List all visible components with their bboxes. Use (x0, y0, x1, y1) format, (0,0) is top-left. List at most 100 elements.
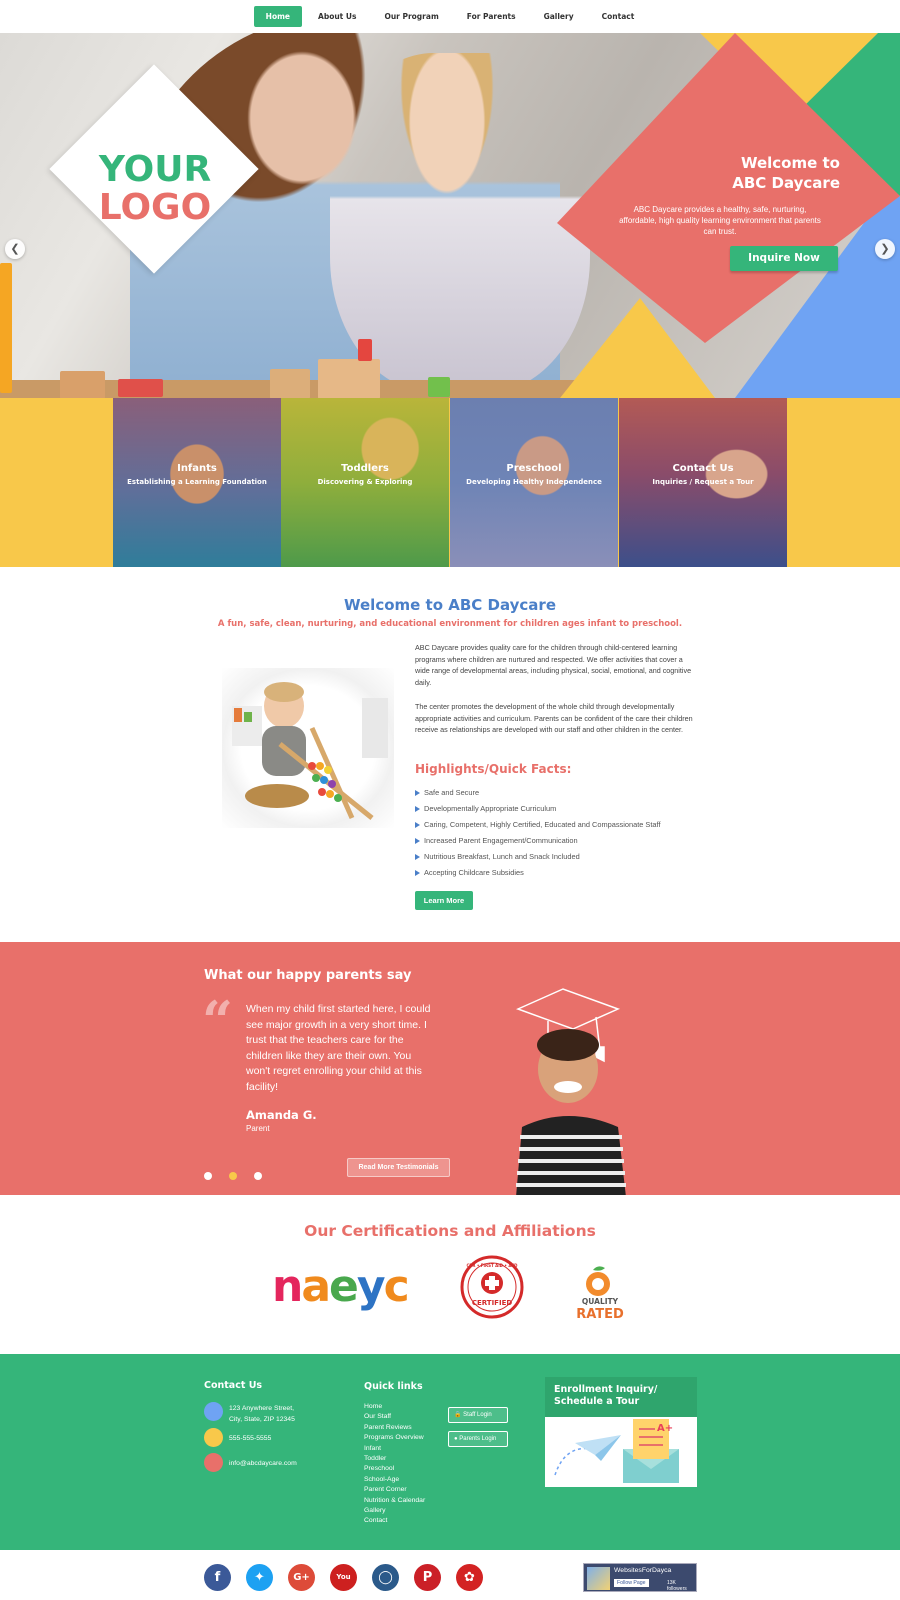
inquire-now-button[interactable]: Inquire Now (730, 246, 838, 271)
list-item: Increased Parent Engagement/Communicatio… (415, 835, 661, 851)
naeyc-letter: e (329, 1261, 359, 1312)
youtube-icon[interactable]: You (330, 1564, 357, 1591)
site-logo[interactable]: YOUR LOGO (70, 151, 240, 227)
instagram-icon[interactable]: ◯ (372, 1564, 399, 1591)
footer-email[interactable]: info@abcdaycare.com (229, 1458, 297, 1469)
enrollment-inquiry-card[interactable]: Enrollment Inquiry/ Schedule a Tour A+ (545, 1377, 697, 1487)
quick-link[interactable]: School-Age (364, 1475, 425, 1485)
child-illustration (232, 682, 388, 820)
quick-link[interactable]: Preschool (364, 1464, 425, 1474)
main-nav: Home About Us Our Program For Parents Ga… (0, 0, 900, 33)
naeyc-letter: n (272, 1261, 303, 1312)
nav-gallery[interactable]: Gallery (532, 6, 586, 27)
parents-login-label: Parents Login (459, 1436, 497, 1442)
slider-dot-1[interactable] (204, 1172, 212, 1180)
quick-link[interactable]: Our Staff (364, 1412, 425, 1422)
slider-dot-3[interactable] (254, 1172, 262, 1180)
nav-contact[interactable]: Contact (590, 6, 647, 27)
quick-link[interactable]: Parent Reviews (364, 1423, 425, 1433)
welcome-paragraph-1: ABC Daycare provides quality care for th… (415, 643, 692, 687)
svg-text:A+: A+ (657, 1423, 673, 1434)
program-tile-contact[interactable]: Contact Us Inquiries / Request a Tour (619, 398, 787, 567)
nav-home[interactable]: Home (253, 6, 303, 27)
hero-title-line-2: ABC Daycare (732, 174, 840, 192)
quick-links-title: Quick links (364, 1381, 423, 1392)
quick-link[interactable]: Home (364, 1402, 425, 1412)
follower-count: 13K followers (667, 1580, 687, 1592)
quick-link[interactable]: Gallery (364, 1506, 425, 1516)
list-item: Nutritious Breakfast, Lunch and Snack In… (415, 851, 661, 867)
quick-links-list: Home Our Staff Parent Reviews Programs O… (364, 1402, 425, 1527)
naeyc-letter: a (301, 1261, 331, 1312)
hero-slider: YOUR LOGO ❮ ❯ Welcome to ABC Daycare ABC… (0, 33, 900, 398)
tile-subtitle: Establishing a Learning Foundation (127, 478, 267, 486)
list-item: Accepting Childcare Subsidies (415, 867, 661, 883)
list-item: Caring, Competent, Highly Certified, Edu… (415, 819, 661, 835)
footer-contact-title: Contact Us (204, 1380, 263, 1391)
hero-title: Welcome to ABC Daycare (690, 153, 840, 193)
yelp-icon[interactable]: ✿ (456, 1564, 483, 1591)
read-more-testimonials-button[interactable]: Read More Testimonials (347, 1158, 450, 1177)
phone-icon (204, 1428, 223, 1447)
parents-login-button[interactable]: ● Parents Login (448, 1431, 508, 1447)
naeyc-logo: naeyc (272, 1261, 410, 1312)
testimonial-section: What our happy parents say “ When my chi… (0, 942, 900, 1195)
program-tile-infants[interactable]: Infants Establishing a Learning Foundati… (113, 398, 281, 567)
chat-icon (204, 1453, 223, 1472)
learn-more-button[interactable]: Learn More (415, 891, 473, 910)
quick-link[interactable]: Nutrition & Calendar (364, 1496, 425, 1506)
quick-link[interactable]: Contact (364, 1516, 425, 1526)
list-item: Safe and Secure (415, 787, 661, 803)
enrollment-card-title: Enrollment Inquiry/ Schedule a Tour (554, 1384, 658, 1407)
nav-our-program[interactable]: Our Program (372, 6, 450, 27)
twitter-icon[interactable]: ✦ (246, 1564, 273, 1591)
quality-text: QUALITY (582, 1297, 619, 1306)
cpr-certified-text: CERTIFIED (472, 1299, 513, 1307)
pinterest-icon[interactable]: P (414, 1564, 441, 1591)
page-avatar (587, 1567, 610, 1590)
highlights-list: Safe and Secure Developmentally Appropri… (415, 787, 661, 883)
program-tile-toddlers[interactable]: Toddlers Discovering & Exploring (281, 398, 449, 567)
chevron-left-icon[interactable]: ❮ (5, 239, 25, 259)
boy-with-graduation-cap (515, 988, 626, 1195)
footer-address: 123 Anywhere Street, City, State, ZIP 12… (229, 1405, 295, 1423)
highlights-title: Highlights/Quick Facts: (415, 762, 572, 776)
footer-phone[interactable]: 555-555-5555 (229, 1433, 271, 1444)
child-with-abacus-photo (222, 668, 394, 828)
tile-subtitle: Discovering & Exploring (317, 478, 413, 486)
naeyc-letter: c (383, 1261, 410, 1312)
quick-link[interactable]: Parent Corner (364, 1485, 425, 1495)
logo-line-1: YOUR (98, 149, 212, 190)
tile-title: Preschool (506, 463, 562, 474)
cpr-certified-logo: CPR • FIRST AID • AED CERTIFIED (460, 1255, 524, 1319)
quick-link[interactable]: Infant (364, 1444, 425, 1454)
quote-icon: “ (202, 989, 234, 1053)
quality-rated-logo: QUALITY RATED (576, 1266, 624, 1322)
tile-title: Toddlers (341, 463, 389, 474)
tile-title: Contact Us (672, 463, 734, 474)
staff-login-label: Staff Login (463, 1412, 492, 1418)
tile-subtitle: Inquiries / Request a Tour (652, 478, 754, 486)
facebook-page-badge[interactable]: WebsitesForDayca Follow Page 13K followe… (583, 1563, 697, 1592)
naeyc-letter: y (356, 1261, 386, 1312)
chevron-right-icon[interactable]: ❯ (875, 239, 895, 259)
footer (0, 1354, 900, 1550)
certifications-title: Our Certifications and Affiliations (304, 1222, 596, 1240)
welcome-paragraph-2: The center promotes the development of t… (415, 702, 693, 734)
nav-about-us[interactable]: About Us (306, 6, 368, 27)
testimonial-title: What our happy parents say (204, 968, 412, 983)
slider-dot-2[interactable] (229, 1172, 237, 1180)
staff-login-button[interactable]: 🔒 Staff Login (448, 1407, 508, 1423)
welcome-title: Welcome to ABC Daycare (344, 596, 556, 614)
program-tile-preschool[interactable]: Preschool Developing Healthy Independenc… (450, 398, 618, 567)
facebook-icon[interactable]: f (204, 1564, 231, 1591)
rated-text: RATED (576, 1307, 624, 1322)
tile-title: Infants (177, 463, 217, 474)
follow-page-button[interactable]: Follow Page (614, 1579, 649, 1587)
quick-link[interactable]: Toddler (364, 1454, 425, 1464)
welcome-subtitle: A fun, safe, clean, nurturing, and educa… (217, 619, 683, 629)
quick-link[interactable]: Programs Overview (364, 1433, 425, 1443)
map-pin-icon (204, 1402, 223, 1421)
google-plus-icon[interactable]: G+ (288, 1564, 315, 1591)
nav-for-parents[interactable]: For Parents (455, 6, 528, 27)
